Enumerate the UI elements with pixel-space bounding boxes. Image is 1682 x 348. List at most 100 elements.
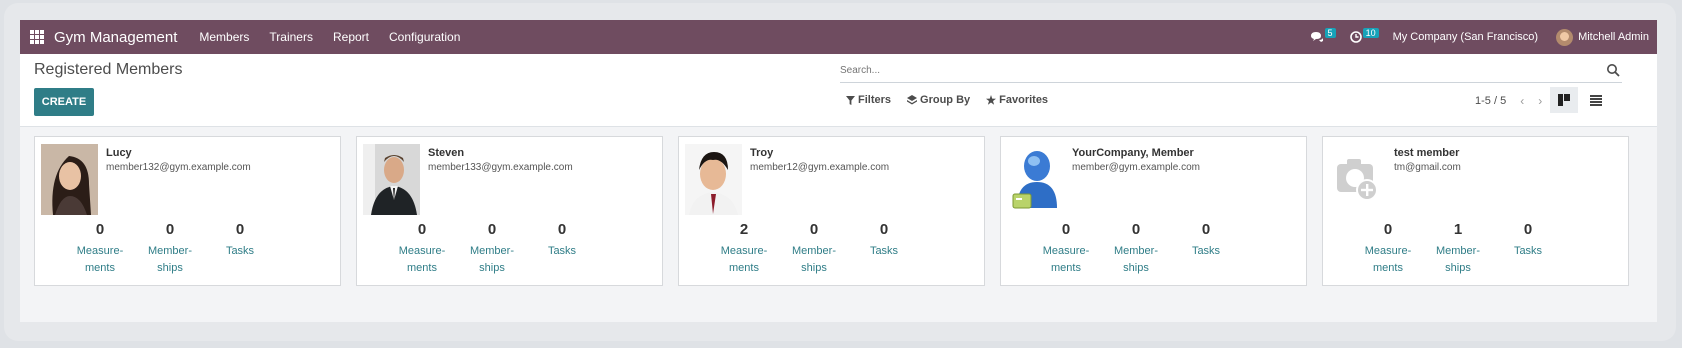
measurements-stat[interactable]: 2 Measure-ments [709,221,779,277]
search-bar [840,60,1622,83]
stat-label: Member-ships [469,245,514,274]
stat-value: 0 [165,221,175,238]
stat-label: Tasks [225,245,255,257]
kanban-cards: Lucy member132@gym.example.com 0 Measure… [34,136,1629,286]
stat-value: 0 [487,221,497,238]
page-title: Registered Members [34,61,183,78]
stat-label: Measure-ments [398,245,446,274]
menu-configuration[interactable]: Configuration [389,30,460,44]
measurements-stat[interactable]: 0 Measure-ments [65,221,135,277]
member-email: member@gym.example.com [1072,162,1200,173]
member-card[interactable]: YourCompany, Member member@gym.example.c… [1000,136,1307,286]
filters-button[interactable]: Filters [846,94,891,106]
favorites-button[interactable]: Favorites [986,94,1048,106]
member-card[interactable]: Troy member12@gym.example.com 2 Measure-… [678,136,985,286]
list-icon [1590,94,1602,106]
member-email: member12@gym.example.com [750,162,890,173]
company-user-icon [1007,144,1064,215]
stat-value: 0 [1061,221,1071,238]
apps-menu-icon[interactable] [30,30,44,44]
user-menu[interactable]: Mitchell Admin [1556,28,1649,46]
stat-label: Measure-ments [1042,245,1090,274]
member-card[interactable]: test member tm@gmail.com 0 Measure-ments… [1322,136,1629,286]
chat-icon [1310,32,1323,42]
stat-value: 1 [1453,221,1463,238]
stat-label: Tasks [869,245,899,257]
tasks-stat[interactable]: 0 Tasks [849,221,919,277]
tasks-stat[interactable]: 0 Tasks [1493,221,1563,277]
member-photo [41,144,98,215]
top-navbar: Gym Management Members Trainers Report C… [20,20,1657,54]
menu-trainers[interactable]: Trainers [269,30,313,44]
measurements-stat[interactable]: 0 Measure-ments [1031,221,1101,277]
stat-label: Member-ships [147,245,192,274]
member-name: test member [1394,147,1460,159]
member-photo [363,144,420,215]
member-name: Steven [428,147,465,159]
layers-icon [907,95,918,105]
kanban-icon [1558,94,1570,106]
measurements-stat[interactable]: 0 Measure-ments [387,221,457,277]
memberships-stat[interactable]: 0 Member-ships [135,221,205,277]
stat-label: Member-ships [1435,245,1480,274]
kanban-view-button[interactable] [1550,87,1578,113]
stat-value: 2 [739,221,749,238]
stat-label: Tasks [1191,245,1221,257]
stat-value: 0 [235,221,245,238]
messages-button[interactable]: 5 [1310,28,1336,43]
stat-value: 0 [417,221,427,238]
list-view-button[interactable] [1582,87,1610,113]
pager-next-icon[interactable]: › [1538,94,1542,108]
memberships-stat[interactable]: 0 Member-ships [779,221,849,277]
stat-value: 0 [1523,221,1533,238]
pager-value[interactable]: 1-5 / 5 [1475,95,1506,107]
pager: 1-5 / 5 ‹ › [1475,94,1542,108]
groupby-button[interactable]: Group By [907,94,970,106]
stat-label: Measure-ments [1364,245,1412,274]
app-window: Gym Management Members Trainers Report C… [20,20,1657,322]
clock-icon [1349,31,1362,43]
memberships-stat[interactable]: 0 Member-ships [1101,221,1171,277]
stat-value: 0 [1131,221,1141,238]
search-icon[interactable] [1606,63,1620,77]
stat-value: 0 [1383,221,1393,238]
star-icon [986,95,997,105]
stat-value: 0 [95,221,105,238]
tasks-stat[interactable]: 0 Tasks [1171,221,1241,277]
user-name: Mitchell Admin [1578,31,1649,43]
stat-label: Member-ships [791,245,836,274]
favorites-label: Favorites [999,94,1049,106]
stat-label: Measure-ments [76,245,124,274]
search-input[interactable] [840,60,1580,81]
activities-count-badge: 10 [1362,28,1379,38]
activities-button[interactable]: 10 [1349,28,1379,43]
memberships-stat[interactable]: 1 Member-ships [1423,221,1493,277]
control-panel: Registered Members CREATE Filters Group … [20,54,1657,127]
member-email: member132@gym.example.com [106,162,251,173]
messages-count-badge: 5 [1324,28,1336,38]
stat-label: Measure-ments [720,245,768,274]
stat-label: Tasks [547,245,577,257]
member-card[interactable]: Lucy member132@gym.example.com 0 Measure… [34,136,341,286]
menu-report[interactable]: Report [333,30,369,44]
stat-value: 0 [809,221,819,238]
menu-members[interactable]: Members [199,30,249,44]
app-brand[interactable]: Gym Management [54,29,177,46]
filter-icon [846,95,855,105]
tasks-stat[interactable]: 0 Tasks [527,221,597,277]
tasks-stat[interactable]: 0 Tasks [205,221,275,277]
memberships-stat[interactable]: 0 Member-ships [457,221,527,277]
member-name: YourCompany, Member [1072,147,1194,159]
stat-label: Tasks [1513,245,1543,257]
member-photo [685,144,742,215]
member-email: tm@gmail.com [1394,162,1461,173]
stat-value: 0 [1201,221,1211,238]
camera-placeholder-icon [1329,144,1386,215]
member-card[interactable]: Steven member133@gym.example.com 0 Measu… [356,136,663,286]
company-switcher[interactable]: My Company (San Francisco) [1393,31,1539,43]
stat-label: Member-ships [1113,245,1158,274]
measurements-stat[interactable]: 0 Measure-ments [1353,221,1423,277]
member-name: Troy [750,147,774,159]
create-button[interactable]: CREATE [34,88,94,116]
pager-previous-icon[interactable]: ‹ [1520,94,1524,108]
